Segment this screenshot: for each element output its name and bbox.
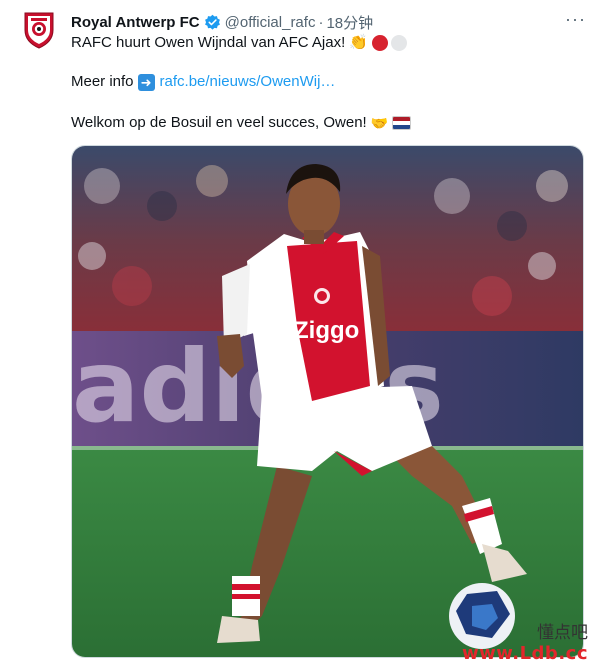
handshake-icon: 🤝 xyxy=(370,115,389,131)
watermark: 懂点吧 www.Ldb.cc xyxy=(462,618,588,664)
netherlands-flag-icon xyxy=(392,116,412,130)
header-separator: · xyxy=(318,13,324,31)
tweet-photo[interactable]: adidas Ziggo xyxy=(71,145,584,658)
verified-badge-icon xyxy=(204,14,220,30)
right-arrow-icon: ➜ xyxy=(137,73,155,91)
more-info-label: Meer info xyxy=(71,73,134,90)
author-avatar[interactable] xyxy=(22,10,56,50)
author-display-name[interactable]: Royal Antwerp FC xyxy=(71,14,200,31)
white-circle-icon xyxy=(390,35,407,51)
tweet-card[interactable]: Royal Antwerp FC @official_rafc · 18分钟 ·… xyxy=(0,0,598,666)
news-link[interactable]: rafc.be/nieuws/OwenWij… xyxy=(160,72,336,92)
tweet-text-line-3: Welkom op de Bosuil en veel succes, Owen… xyxy=(71,113,412,133)
clapping-hands-icon: 👏 xyxy=(349,34,368,51)
tweet-text-welcome: Welkom op de Bosuil en veel succes, Owen… xyxy=(71,114,367,131)
red-circle-icon xyxy=(371,35,388,51)
watermark-cn: 懂点吧 xyxy=(537,623,588,643)
player-photo-illustration: adidas Ziggo xyxy=(72,146,583,657)
shirt-sponsor: Ziggo xyxy=(294,317,359,344)
tweet-text-announcement: RAFC huurt Owen Wijndal van AFC Ajax! xyxy=(71,34,346,51)
rafc-crest-icon xyxy=(24,12,54,49)
tweet-header: Royal Antwerp FC @official_rafc · 18分钟 ·… xyxy=(71,9,586,33)
tweet-text-line-2: Meer info ➜ rafc.be/nieuws/OwenWij… xyxy=(71,72,335,92)
tweet-text-line-1: RAFC huurt Owen Wijndal van AFC Ajax! 👏 xyxy=(71,33,407,53)
author-handle[interactable]: @official_rafc xyxy=(225,14,316,31)
tweet-timestamp[interactable]: 18分钟 xyxy=(326,12,373,33)
more-options-button[interactable]: ··· xyxy=(565,9,586,30)
watermark-url: www.Ldb.cc xyxy=(462,643,588,664)
